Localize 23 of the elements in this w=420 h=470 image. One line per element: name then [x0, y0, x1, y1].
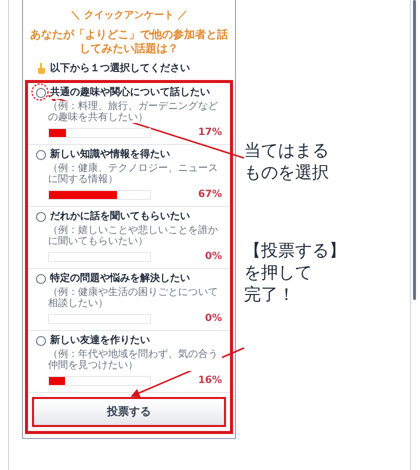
option-label[interactable]: 特定の問題や悩みを解決したい — [50, 273, 190, 285]
survey-heading: ＼ クイックアンケート ／ — [70, 9, 188, 23]
option-label[interactable]: 新しい友達を作りたい — [50, 335, 150, 347]
annotation-text: ものを選択 — [244, 162, 330, 184]
radio-button[interactable] — [36, 212, 46, 222]
radio-button[interactable] — [36, 150, 46, 160]
pointing-hand-icon — [37, 63, 46, 74]
annotation-text: 完了！ — [244, 284, 296, 306]
option-label[interactable]: だれかに話を聞いてもらいたい — [50, 211, 190, 223]
radio-button[interactable] — [36, 88, 46, 98]
instruction-text: 以下から１つ選択してください — [50, 62, 190, 76]
dotted-circle — [31, 83, 49, 101]
survey-question: あなたが「よりどこ」で他の参加者と話してみたい話題は？ — [29, 28, 229, 56]
radio-button[interactable] — [36, 274, 46, 284]
radio-button[interactable] — [36, 336, 46, 346]
option-label[interactable]: 新しい知識や情報を得たい — [50, 149, 170, 161]
annotation-text: を押して — [244, 262, 313, 284]
vote-button[interactable]: 投票する — [32, 397, 226, 427]
annotation-text: 当てはまる — [244, 140, 330, 162]
option-label[interactable]: 共通の趣味や関心について話したい — [50, 87, 210, 99]
scrollbar[interactable] — [413, 0, 416, 300]
option-example: （例：年代や地域を問わず、気の合う仲間を見つけたい） — [48, 349, 222, 371]
annotation-text: 【投票する】 — [244, 240, 346, 262]
